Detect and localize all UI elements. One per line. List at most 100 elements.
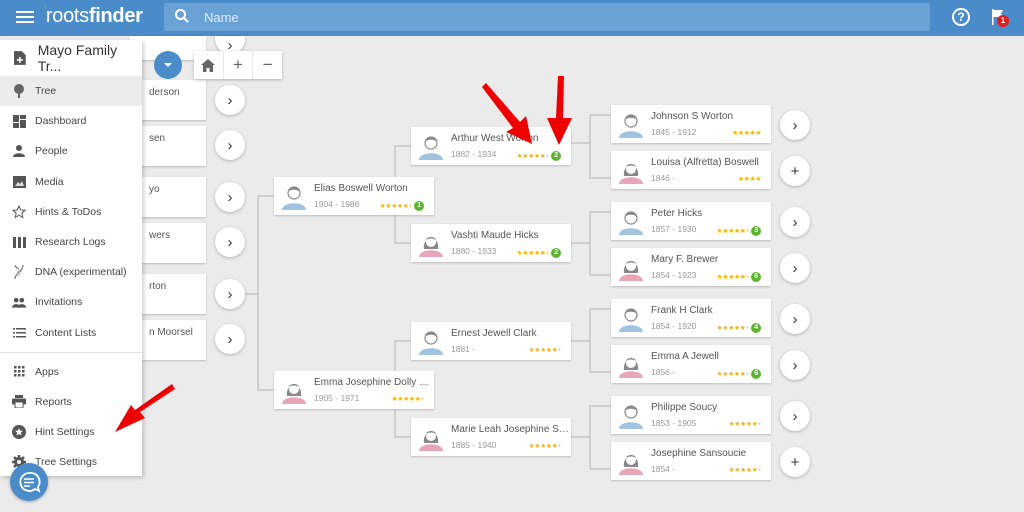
person-lifespan: 1853 - 1905: [651, 418, 697, 428]
person-card[interactable]: Ernest Jewell Clark 1881 - ★★★★★+: [411, 322, 571, 360]
person-card[interactable]: Philippe Soucy 1853 - 1905 ★★★★★+: [611, 396, 771, 434]
person-name: Elias Boswell Worton: [314, 183, 408, 194]
person-card[interactable]: Mary F. Brewer 1854 - 1923 ★★★★★+ 6: [611, 248, 771, 286]
hint-count-badge[interactable]: 2: [551, 248, 561, 258]
home-button[interactable]: [194, 51, 223, 79]
person-name: Frank H Clark: [651, 305, 713, 316]
sidebar-item-label: People: [35, 145, 68, 158]
female-avatar-icon: [619, 158, 643, 184]
hint-count-badge[interactable]: 6: [751, 369, 761, 379]
stars-icon: ★★★★★: [391, 396, 421, 403]
sidebar-item-invitations[interactable]: Invitations: [0, 287, 142, 317]
tree-selector[interactable]: Mayo Family Tr...: [0, 40, 142, 76]
hint-count-badge[interactable]: 3: [751, 226, 761, 236]
rating-stars: ★★★★★+ 1: [380, 201, 424, 211]
person-card[interactable]: Peter Hicks 1857 - 1930 ★★★★★+ 3: [611, 202, 771, 240]
person-card[interactable]: Johnson S Worton 1845 - 1912 ★★★★★: [611, 105, 771, 143]
chat-button[interactable]: [10, 463, 48, 501]
expand-button[interactable]: ›: [780, 207, 810, 237]
person-card[interactable]: Marie Leah Josephine So... 1885 - 1940 ★★★…: [411, 418, 571, 456]
search-input[interactable]: [204, 3, 904, 31]
home-icon: [201, 58, 216, 72]
person-card[interactable]: Frank H Clark 1854 - 1920 ★★★★★+ 4: [611, 299, 771, 337]
dashboard-icon: [12, 114, 26, 128]
sidebar-item-dashboard[interactable]: Dashboard: [0, 106, 142, 136]
sidebar-item-reports[interactable]: Reports: [0, 387, 142, 417]
expand-button[interactable]: ›: [215, 130, 245, 160]
person-lifespan: 1880 - 1933: [451, 246, 497, 256]
person-lifespan: 1885 - 1940: [451, 440, 497, 450]
plus-icon: +: [557, 347, 561, 354]
person-name: n Moorsel: [149, 327, 193, 338]
tree-options-dropdown-button[interactable]: [154, 51, 182, 79]
expand-button[interactable]: ›: [215, 85, 245, 115]
zoom-out-button[interactable]: −: [252, 51, 282, 79]
zoom-in-button[interactable]: +: [222, 51, 253, 79]
sidebar-item-research-logs[interactable]: Research Logs: [0, 227, 142, 257]
sidebar-item-hints-todos[interactable]: Hints & ToDos: [0, 197, 142, 227]
hint-count-badge[interactable]: 1: [414, 201, 424, 211]
sidebar-item-apps[interactable]: Apps: [0, 357, 142, 387]
expand-button[interactable]: ›: [215, 182, 245, 212]
expand-button[interactable]: ›: [780, 110, 810, 140]
expand-button[interactable]: ›: [780, 253, 810, 283]
expand-button[interactable]: ›: [780, 401, 810, 431]
sidebar-item-tree[interactable]: Tree: [0, 76, 142, 107]
plus-icon: +: [745, 324, 749, 332]
person-card[interactable]: Elias Boswell Worton 1904 - 1986 ★★★★★+ 1: [274, 177, 434, 215]
plus-icon: +: [557, 443, 561, 450]
expand-button[interactable]: ›: [780, 304, 810, 334]
sidebar-item-dna-experimental[interactable]: DNA (experimental): [0, 257, 142, 287]
sidebar-item-hint-settings[interactable]: Hint Settings: [0, 417, 142, 447]
female-avatar-icon: [419, 231, 443, 257]
person-card[interactable]: Emma Josephine Dolly Cl... 1905 - 1971 ★★★…: [274, 371, 434, 409]
person-lifespan: 1882 - 1934: [451, 149, 497, 159]
person-lifespan: 1854 -: [651, 464, 676, 474]
menu-icon[interactable]: [16, 9, 34, 25]
person-name: Emma Josephine Dolly Cl...: [314, 377, 432, 388]
rating-stars: ★★★★★+: [729, 466, 762, 474]
stars-icon: ★★★★★: [516, 152, 546, 160]
person-name: yo: [149, 184, 160, 195]
sidebar-item-people[interactable]: People: [0, 136, 142, 166]
search-bar: [164, 3, 930, 31]
person-name: Josephine Sansoucie: [651, 448, 747, 459]
help-icon[interactable]: ?: [952, 8, 970, 26]
plus-icon: +: [757, 421, 761, 428]
sidebar-item-media[interactable]: Media: [0, 167, 142, 197]
person-card[interactable]: Josephine Sansoucie 1854 - ★★★★★+: [611, 442, 771, 480]
person-card[interactable]: Vashti Maude Hicks 1880 - 1933 ★★★★★+ 2: [411, 224, 571, 262]
rootsfinder-logo[interactable]: ʼrootsfinder: [44, 5, 143, 28]
add-parents-button[interactable]: +: [780, 156, 810, 186]
hint-count-badge[interactable]: 2: [551, 151, 561, 161]
printer-icon: [12, 395, 26, 409]
person-card[interactable]: Arthur West Worton 1882 - 1934 ★★★★★+ 2: [411, 127, 571, 165]
stars-icon: ★★★★★: [516, 249, 546, 257]
plus-icon: +: [757, 467, 761, 474]
rating-stars: ★★★★★: [732, 129, 761, 137]
sidebar-item-label: Research Logs: [35, 236, 106, 249]
expand-button[interactable]: ›: [780, 350, 810, 380]
columns-icon: [12, 235, 26, 249]
rating-stars: ★★★★★+ 4: [717, 323, 761, 333]
expand-button[interactable]: ›: [215, 227, 245, 257]
logo-text-roots: roots: [45, 5, 89, 27]
person-card[interactable]: Emma A Jewell 1856 - ★★★★★+ 6: [611, 345, 771, 383]
person-lifespan: 1905 - 1971: [314, 393, 360, 403]
expand-button[interactable]: ›: [215, 324, 245, 354]
sidebar-item-content-lists[interactable]: Content Lists: [0, 318, 142, 348]
people-icon: [12, 295, 26, 309]
hint-count-badge[interactable]: 4: [751, 323, 761, 333]
hint-count-badge[interactable]: 6: [751, 272, 761, 282]
add-parents-button[interactable]: +: [780, 447, 810, 477]
person-card[interactable]: Louisa (Alfretta) Boswell 1846 - ★★★★: [611, 151, 771, 189]
expand-button[interactable]: ›: [215, 279, 245, 309]
person-name: Ernest Jewell Clark: [451, 328, 537, 339]
male-avatar-icon: [419, 329, 443, 355]
male-avatar-icon: [282, 184, 306, 210]
sidebar-item-label: Media: [35, 175, 64, 188]
file-add-icon: [14, 51, 26, 65]
rating-stars: ★★★★★+: [391, 395, 425, 403]
sidebar-item-label: Reports: [35, 395, 72, 408]
stars-icon: ★★★★★: [379, 202, 409, 210]
